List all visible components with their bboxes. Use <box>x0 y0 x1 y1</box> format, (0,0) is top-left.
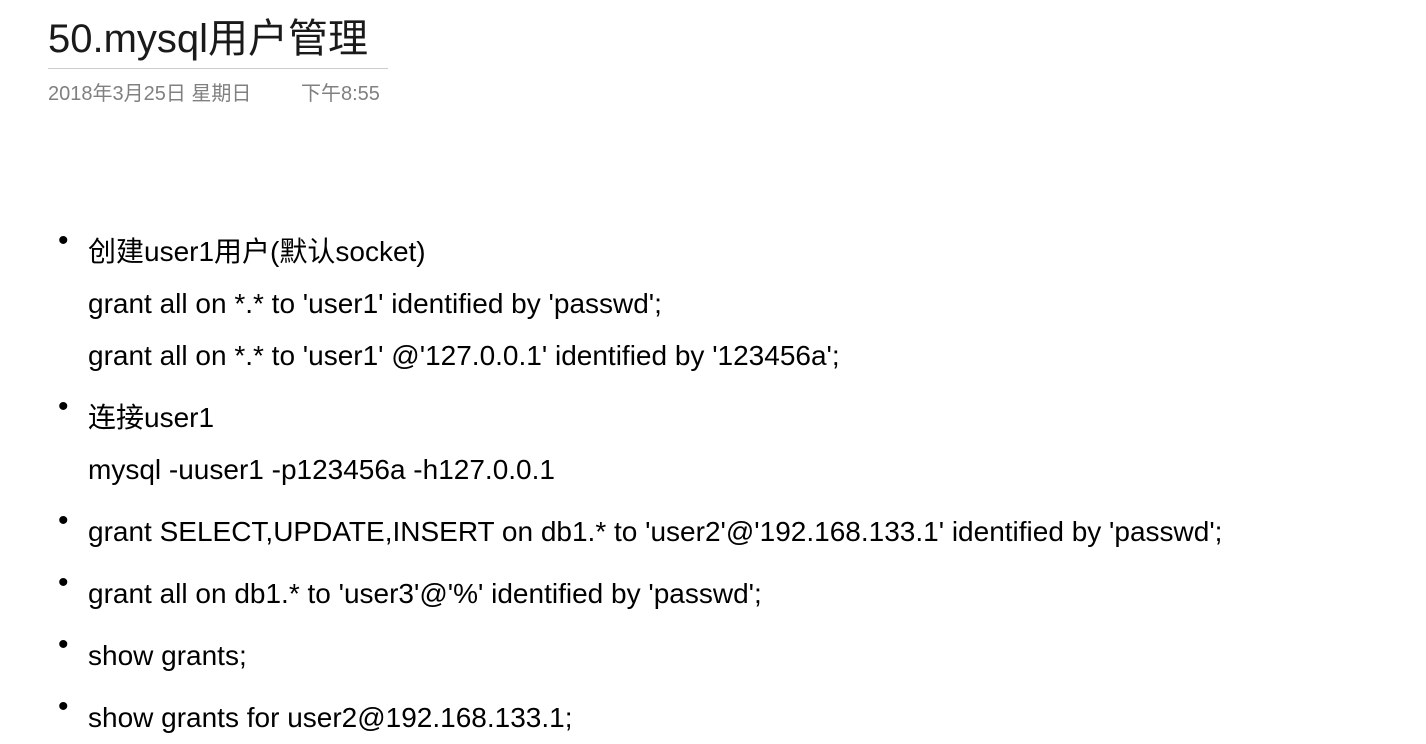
item-line: grant SELECT,UPDATE,INSERT on db1.* to '… <box>88 506 1426 558</box>
list-item: 创建user1用户(默认socket) grant all on *.* to … <box>58 226 1426 382</box>
list-item: grant SELECT,UPDATE,INSERT on db1.* to '… <box>58 506 1426 558</box>
title-block: 50.mysql用户管理 <box>48 6 388 69</box>
list-item: 连接user1 mysql -uuser1 -p123456a -h127.0.… <box>58 392 1426 496</box>
item-line: show grants for user2@192.168.133.1; <box>88 692 1426 744</box>
item-line: show grants; <box>88 630 1426 682</box>
list-item: show grants; <box>58 630 1426 682</box>
page-title: 50.mysql用户管理 <box>48 6 368 64</box>
meta-time: 下午8:55 <box>301 77 380 106</box>
item-line: 连接user1 <box>88 392 1426 444</box>
item-line: grant all on *.* to 'user1' @'127.0.0.1'… <box>88 330 1426 382</box>
content-area: 创建user1用户(默认socket) grant all on *.* to … <box>48 226 1426 744</box>
item-line: 创建user1用户(默认socket) <box>88 226 1426 278</box>
list-item: show grants for user2@192.168.133.1; <box>58 692 1426 744</box>
item-line: grant all on db1.* to 'user3'@'%' identi… <box>88 568 1426 620</box>
list-item: grant all on db1.* to 'user3'@'%' identi… <box>58 568 1426 620</box>
meta-date: 2018年3月25日 星期日 <box>48 77 251 106</box>
bullet-list: 创建user1用户(默认socket) grant all on *.* to … <box>48 226 1426 744</box>
meta-row: 2018年3月25日 星期日 下午8:55 <box>48 77 1426 106</box>
document-page: 50.mysql用户管理 2018年3月25日 星期日 下午8:55 创建use… <box>0 0 1426 744</box>
item-line: mysql -uuser1 -p123456a -h127.0.0.1 <box>88 444 1426 496</box>
item-line: grant all on *.* to 'user1' identified b… <box>88 278 1426 330</box>
